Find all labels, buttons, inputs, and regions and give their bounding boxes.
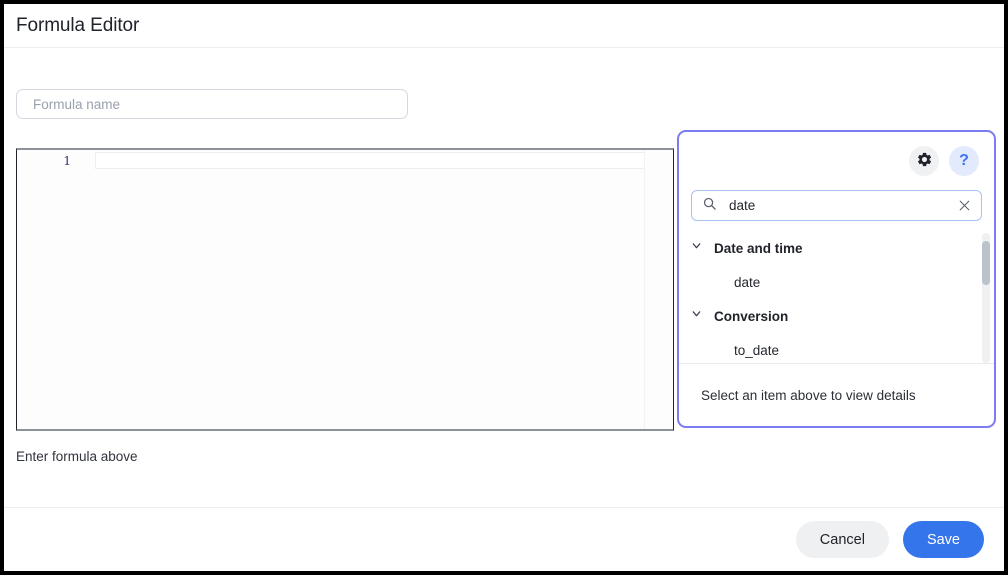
function-group-date-and-time[interactable]: Date and time — [687, 231, 994, 265]
search-input[interactable] — [727, 197, 956, 214]
page-title: Formula Editor — [16, 15, 139, 37]
editor-hint-text: Enter formula above — [16, 449, 676, 464]
formula-name-input[interactable] — [16, 89, 408, 119]
function-group-label: Date and time — [714, 241, 803, 256]
function-search-field[interactable] — [691, 190, 982, 221]
help-button[interactable]: ? — [949, 146, 979, 176]
chevron-down-icon — [690, 307, 703, 325]
editor-print-margin — [644, 150, 645, 429]
scrollbar-thumb[interactable] — [982, 241, 990, 285]
search-icon — [702, 196, 717, 216]
question-mark-icon: ? — [959, 152, 969, 170]
editor-content-area[interactable] — [85, 150, 673, 429]
editor-active-line — [95, 152, 645, 169]
chevron-down-icon — [690, 239, 703, 257]
save-button[interactable]: Save — [903, 521, 984, 558]
dialog-body: 1 Enter formula above — [4, 48, 1004, 507]
function-item-to-date[interactable]: to_date — [687, 333, 994, 364]
formula-code-editor[interactable]: 1 — [16, 148, 674, 431]
cancel-button[interactable]: Cancel — [796, 521, 889, 558]
editor-gutter: 1 — [17, 150, 85, 429]
function-item-date[interactable]: date — [687, 265, 994, 299]
function-group-label: Conversion — [714, 309, 788, 324]
gear-icon — [916, 151, 933, 171]
function-list-scrollbar[interactable] — [982, 233, 990, 363]
editor-column: 1 Enter formula above — [16, 48, 676, 464]
dialog-header: Formula Editor — [4, 4, 1004, 48]
editor-line-number: 1 — [63, 154, 71, 168]
function-detail-placeholder: Select an item above to view details — [679, 364, 994, 426]
function-group-conversion[interactable]: Conversion — [687, 299, 994, 333]
function-browser-panel: ? — [677, 130, 996, 428]
panel-toolbar: ? — [679, 132, 994, 190]
formula-editor-dialog: Formula Editor 1 Enter formula above — [4, 4, 1004, 571]
dialog-footer: Cancel Save — [4, 507, 1004, 571]
function-list[interactable]: Date and time date Conversion to_date — [679, 231, 994, 364]
clear-search-icon[interactable] — [956, 198, 972, 214]
function-list-items: Date and time date Conversion to_date — [679, 231, 994, 364]
settings-button[interactable] — [909, 146, 939, 176]
